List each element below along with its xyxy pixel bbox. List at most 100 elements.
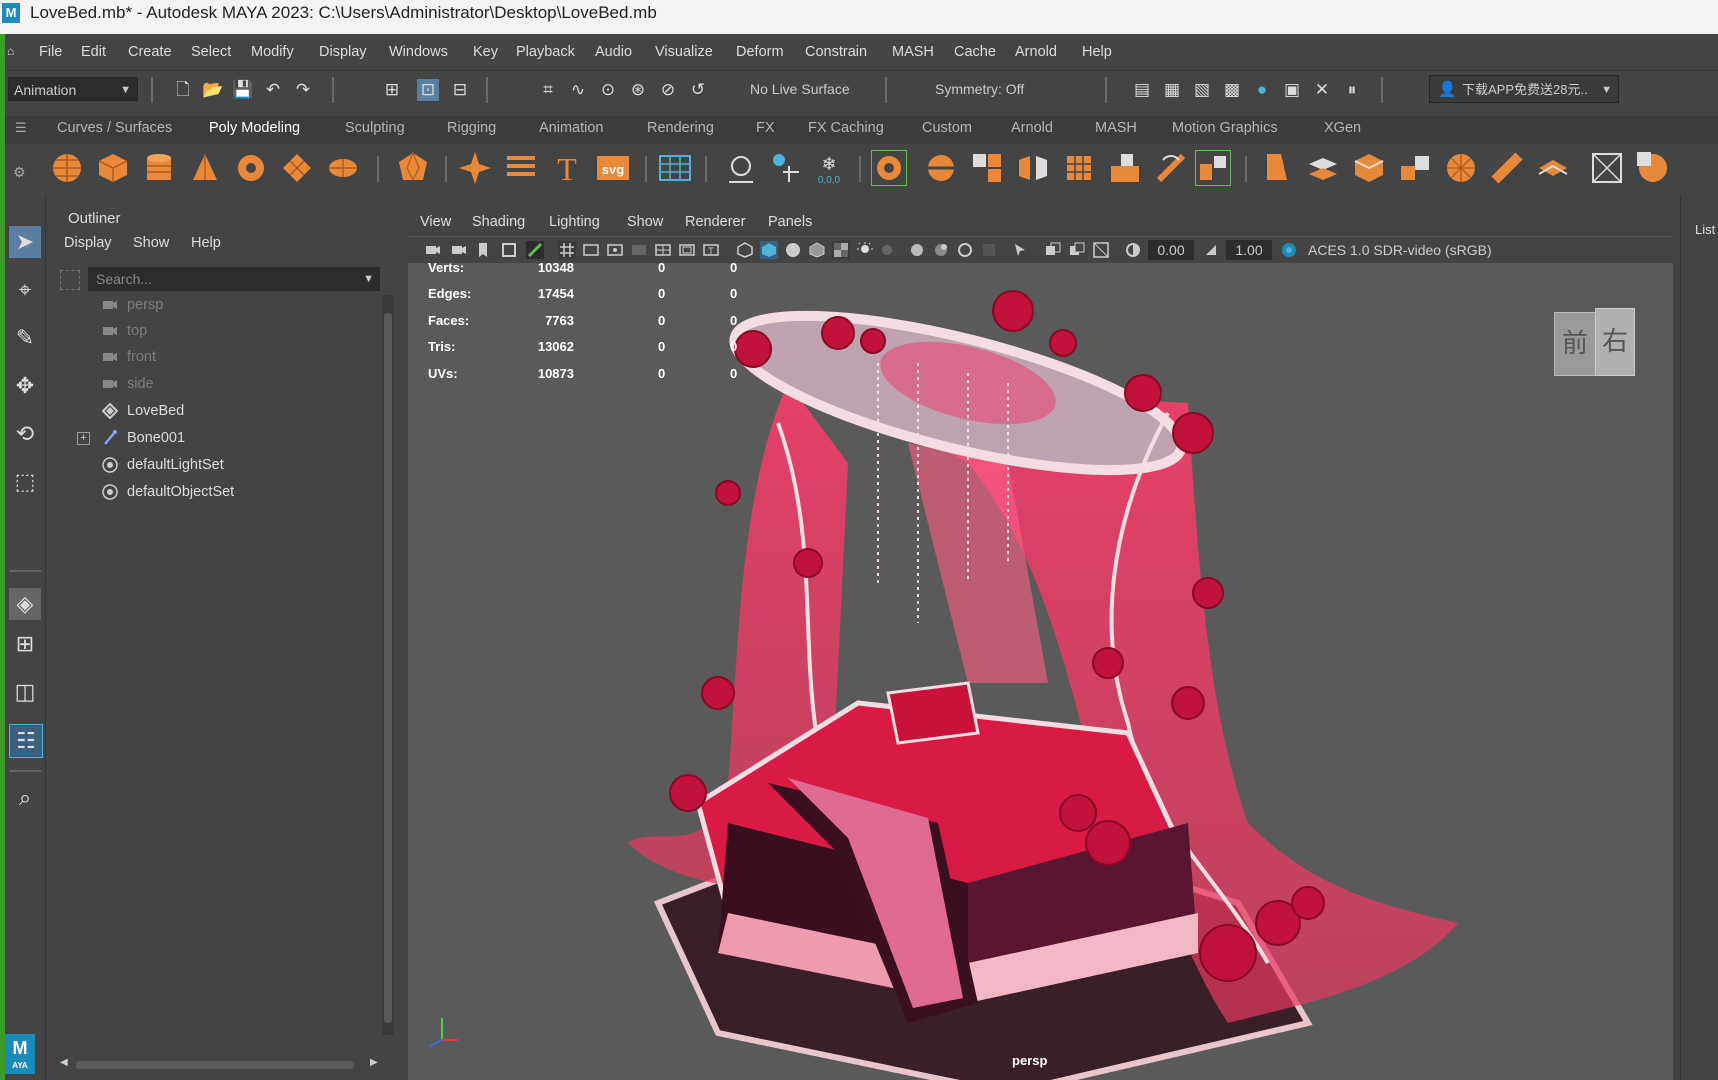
home-icon[interactable]: ⌂ <box>7 44 14 58</box>
outliner-layout-icon[interactable]: ☷ <box>9 724 43 758</box>
viewport-menu-shading[interactable]: Shading <box>472 214 525 230</box>
outliner-item-side[interactable]: side <box>50 371 380 397</box>
safe-title-icon[interactable]: T <box>702 241 720 259</box>
snap-surface-icon[interactable]: ⊘ <box>657 79 679 101</box>
viewport-menu-show[interactable]: Show <box>627 214 663 230</box>
tab-curves-surfaces[interactable]: Curves / Surfaces <box>57 120 172 136</box>
menu-constrain[interactable]: Constrain <box>805 44 867 60</box>
bridge-icon[interactable] <box>1195 150 1231 186</box>
super-shape-icon[interactable] <box>457 150 493 186</box>
scrollbar-thumb[interactable] <box>76 1061 354 1069</box>
separate-icon[interactable] <box>923 150 959 186</box>
snap-curve-icon[interactable]: ∿ <box>567 79 589 101</box>
viewcube-right-face[interactable]: 右 <box>1595 308 1635 376</box>
symmetry-dropdown[interactable]: Symmetry: Off <box>927 77 1063 101</box>
outliner-item-bone001[interactable]: + Bone001 <box>50 425 380 451</box>
history-icon[interactable]: ↺ <box>687 79 709 101</box>
gate-mask-icon[interactable] <box>630 241 648 259</box>
viewcube-front-face[interactable]: 前 <box>1554 312 1596 376</box>
xray-icon[interactable] <box>1044 241 1062 259</box>
arnold-render-icon[interactable]: ✕ <box>1311 79 1333 101</box>
single-view-layout-icon[interactable]: ◈ <box>9 588 41 620</box>
open-scene-icon[interactable]: 📂 <box>202 79 224 101</box>
viewport-menu-lighting[interactable]: Lighting <box>549 214 600 230</box>
gamma-field[interactable]: 1.00 <box>1226 240 1272 260</box>
render-seq-icon[interactable]: ▦ <box>1161 79 1183 101</box>
right-panel-label[interactable]: List <box>1695 222 1715 237</box>
poly-sphere-icon[interactable] <box>49 150 85 186</box>
render-settings-icon[interactable]: ▩ <box>1221 79 1243 101</box>
scroll-left-icon[interactable]: ◀ <box>60 1057 68 1068</box>
collapse-icon[interactable] <box>1397 150 1433 186</box>
move-tool-icon[interactable]: ✥ <box>9 370 41 402</box>
xray-joints-icon[interactable] <box>1068 241 1086 259</box>
color-space-label[interactable]: ACES 1.0 SDR-video (sRGB) <box>1308 242 1492 258</box>
poly-cube-icon[interactable] <box>95 150 131 186</box>
xray-components-icon[interactable] <box>1092 241 1110 259</box>
smooth-icon[interactable] <box>969 150 1005 186</box>
outliner-menu-display[interactable]: Display <box>64 235 112 251</box>
camera-attributes-icon[interactable] <box>450 241 468 259</box>
depth-of-field-icon[interactable] <box>980 241 998 259</box>
outliner-item-front[interactable]: front <box>50 344 380 370</box>
resolution-gate-icon[interactable] <box>606 241 624 259</box>
live-surface-field[interactable]: No Live Surface <box>742 77 872 101</box>
uv-editor-icon[interactable] <box>1589 150 1625 186</box>
extrude-icon[interactable] <box>1107 150 1143 186</box>
ambient-occlusion-icon[interactable] <box>908 241 926 259</box>
menu-playback[interactable]: Playback <box>516 44 575 60</box>
render-frame-icon[interactable]: ▤ <box>1131 79 1153 101</box>
exposure-field[interactable]: 0.00 <box>1148 240 1194 260</box>
film-gate-icon[interactable] <box>582 241 600 259</box>
outliner-item-top[interactable]: top <box>50 318 380 344</box>
poly-cone-icon[interactable] <box>187 150 223 186</box>
svg-icon[interactable]: svg <box>595 150 631 186</box>
tab-poly-modeling[interactable]: Poly Modeling <box>201 116 309 144</box>
menu-create[interactable]: Create <box>128 44 172 60</box>
select-tool-icon[interactable]: ➤ <box>9 226 41 258</box>
smooth-shade-icon[interactable] <box>760 241 778 259</box>
filter-icon[interactable] <box>60 270 80 290</box>
lasso-tool-icon[interactable]: ⌖ <box>9 274 41 306</box>
outliner-menu-show[interactable]: Show <box>133 235 169 251</box>
outliner-item-persp[interactable]: persp <box>50 292 380 318</box>
render-view-icon[interactable]: ▣ <box>1281 79 1303 101</box>
antialiasing-icon[interactable] <box>956 241 974 259</box>
scroll-right-icon[interactable]: ▶ <box>370 1057 378 1068</box>
poly-disc-icon[interactable] <box>325 150 361 186</box>
poly-plane-icon[interactable] <box>279 150 315 186</box>
menu-audio[interactable]: Audio <box>595 44 632 60</box>
outliner-item-defaultlightset[interactable]: defaultLightSet <box>50 452 380 478</box>
field-chart-icon[interactable] <box>654 241 672 259</box>
viewport-menu-panels[interactable]: Panels <box>768 214 812 230</box>
mirror-icon[interactable] <box>1015 150 1051 186</box>
tab-mash[interactable]: MASH <box>1095 120 1137 136</box>
snap-view-icon[interactable]: ⊛ <box>627 79 649 101</box>
gear-icon[interactable]: ⚙ <box>13 164 26 181</box>
exposure-icon[interactable] <box>1124 241 1142 259</box>
tab-rendering[interactable]: Rendering <box>647 120 714 136</box>
tab-custom[interactable]: Custom <box>922 120 972 136</box>
platonic-solid-icon[interactable] <box>395 150 431 186</box>
menu-help[interactable]: Help <box>1082 44 1112 60</box>
menu-cache[interactable]: Cache <box>954 44 996 60</box>
expand-icon[interactable]: + <box>77 432 90 445</box>
tab-fx[interactable]: FX <box>756 120 775 136</box>
menu-display[interactable]: Display <box>319 44 367 60</box>
outliner-menu-help[interactable]: Help <box>191 235 221 251</box>
motion-blur-icon[interactable] <box>932 241 950 259</box>
maya-taskbar-icon[interactable]: M AYA <box>5 1034 35 1074</box>
menu-windows[interactable]: Windows <box>389 44 448 60</box>
redo-icon[interactable]: ↷ <box>292 79 314 101</box>
target-weld-icon[interactable] <box>1305 150 1341 186</box>
poly-helix-icon[interactable] <box>503 150 539 186</box>
menu-select[interactable]: Select <box>191 44 231 60</box>
grease-pencil-icon[interactable] <box>526 241 544 259</box>
ipr-icon[interactable]: ▧ <box>1191 79 1213 101</box>
combine-icon[interactable] <box>871 150 907 186</box>
gamma-icon[interactable] <box>1202 241 1220 259</box>
measure-icon[interactable] <box>723 150 759 186</box>
type-icon[interactable]: T <box>549 150 585 186</box>
select-camera-icon[interactable] <box>424 241 442 259</box>
viewport-menu-view[interactable]: View <box>420 214 451 230</box>
